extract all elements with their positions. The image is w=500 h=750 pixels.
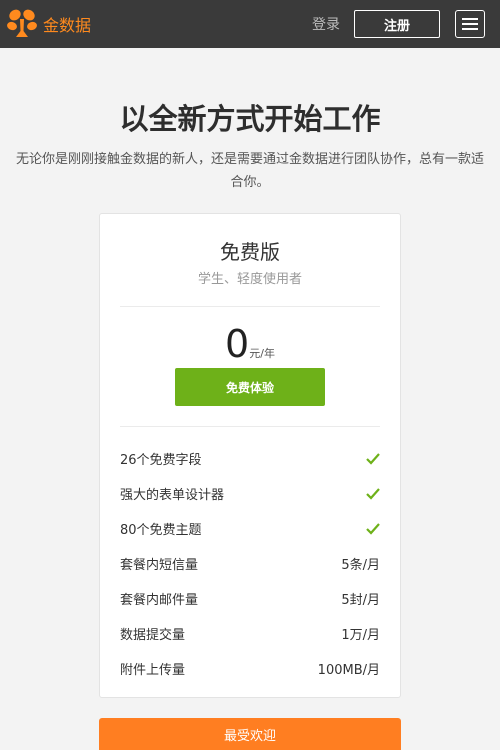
check-icon: [366, 452, 380, 465]
feature-row: 数据提交量 1万/月: [120, 616, 380, 651]
plan-name: 免费版: [220, 240, 280, 264]
divider: [120, 426, 380, 427]
feature-value: 100MB/月: [317, 663, 380, 678]
feature-row: 强大的表单设计器: [120, 476, 380, 511]
price-unit: 元/年: [249, 347, 275, 360]
feature-value: 5条/月: [341, 558, 380, 573]
price-amount: 0: [225, 322, 250, 366]
free-trial-button[interactable]: 免费体验: [175, 368, 325, 406]
pricing-card-free: 免费版 学生、轻度使用者 0元/年 免费体验 26个免费字段 强大的表单设计器 …: [99, 213, 401, 698]
feature-label: 数据提交量: [120, 628, 186, 643]
feature-row: 26个免费字段: [120, 441, 380, 476]
plan-subtitle: 学生、轻度使用者: [197, 272, 302, 287]
check-icon: [366, 487, 380, 500]
feature-row: 套餐内邮件量 5封/月: [120, 581, 380, 616]
tree-logo-icon: [7, 9, 37, 37]
menu-button[interactable]: [455, 10, 485, 38]
hero-title: 以全新方式开始工作: [119, 102, 381, 136]
hamburger-icon: [462, 18, 478, 20]
divider: [120, 306, 380, 307]
feature-label: 强大的表单设计器: [120, 488, 225, 503]
top-navbar: 金数据 登录 注册: [0, 0, 500, 48]
feature-label: 附件上传量: [120, 663, 186, 678]
feature-value: 1万/月: [341, 628, 380, 643]
hero-description: 无论你是刚刚接触金数据的新人，还是需要通过金数据进行团队协作，总有一款适合你。: [16, 152, 485, 190]
feature-label: 套餐内邮件量: [120, 593, 199, 608]
brand-name: 金数据: [43, 16, 92, 35]
most-popular-banner: 最受欢迎: [99, 718, 401, 750]
feature-row: 套餐内短信量 5条/月: [120, 546, 380, 581]
plan-price: 0元/年: [100, 322, 400, 366]
feature-row: 附件上传量 100MB/月: [120, 651, 380, 686]
feature-label: 套餐内短信量: [120, 558, 199, 573]
feature-label: 26个免费字段: [120, 453, 202, 468]
login-link[interactable]: 登录: [312, 14, 340, 34]
feature-row: 80个免费主题: [120, 511, 380, 546]
feature-list: 26个免费字段 强大的表单设计器 80个免费主题 套餐内短信量 5条/月 套餐内…: [120, 441, 380, 686]
feature-value: 5封/月: [341, 593, 380, 608]
feature-label: 80个免费主题: [120, 523, 202, 538]
brand[interactable]: 金数据: [7, 7, 91, 41]
check-icon: [366, 522, 380, 535]
register-button[interactable]: 注册: [354, 10, 440, 38]
